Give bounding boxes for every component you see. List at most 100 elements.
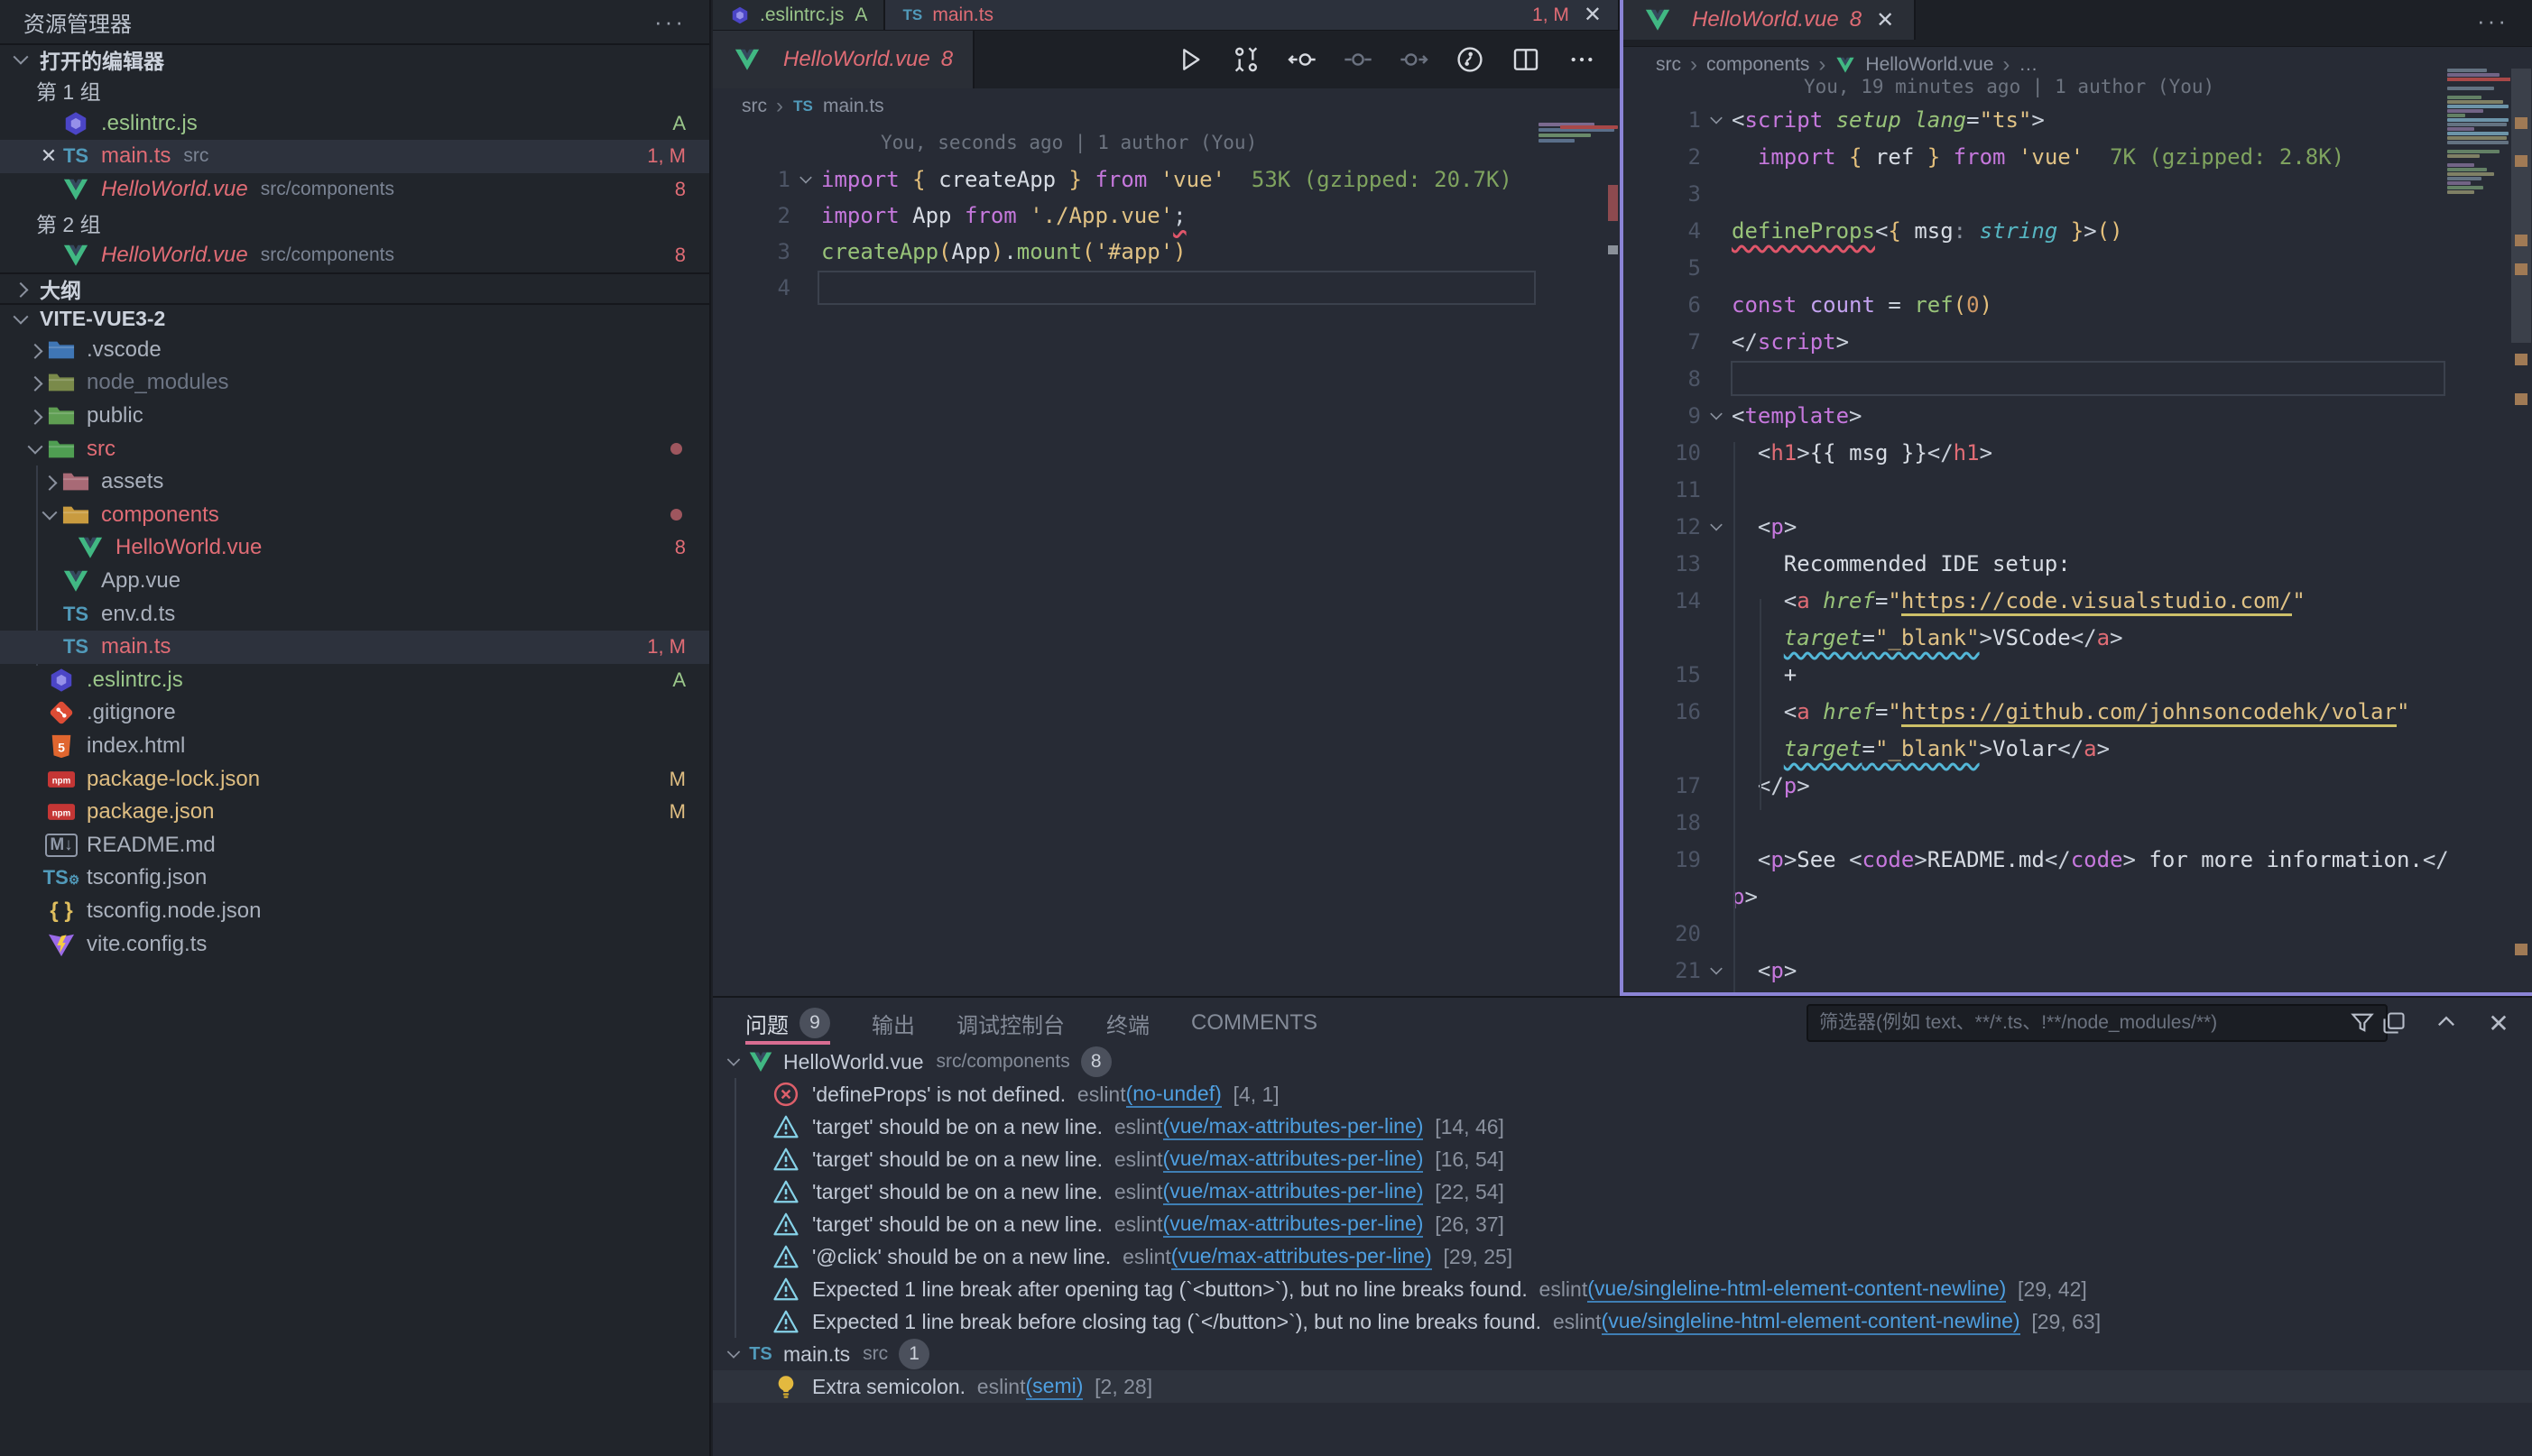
problem-item[interactable]: 'target' should be on a new line. eslint…	[713, 1208, 2532, 1240]
outline-header[interactable]: 大纲	[0, 272, 709, 303]
rule-link[interactable]: (no-undef)	[1126, 1082, 1222, 1108]
tab-HelloWorld.vue[interactable]: HelloWorld.vue 8	[713, 31, 975, 88]
close-icon[interactable]: ✕	[1876, 7, 1894, 33]
tree-item-node_modules[interactable]: node_modules	[0, 366, 709, 400]
panel-tab-输出[interactable]: 输出	[872, 998, 915, 1048]
next-change-icon[interactable]	[1400, 45, 1428, 74]
tree-item-index.html[interactable]: 5 index.html	[0, 730, 709, 763]
problem-item[interactable]: '@click' should be on a new line. eslint…	[713, 1240, 2532, 1273]
close-icon[interactable]: ✕	[1584, 2, 1602, 28]
tree-item-.eslintrc.js[interactable]: .eslintrc.js A	[0, 664, 709, 697]
panel-tab-调试控制台[interactable]: 调试控制台	[956, 998, 1065, 1048]
open-editor-item[interactable]: HelloWorld.vue src/components 8	[0, 239, 709, 272]
problem-item[interactable]: Expected 1 line break before closing tag…	[713, 1305, 2532, 1338]
chevron-down-icon	[23, 438, 47, 461]
open-editor-item[interactable]: HelloWorld.vue src/components 8	[0, 173, 709, 207]
breadcrumb-item[interactable]: components	[1706, 54, 1809, 76]
code-editor[interactable]: 1 <script setup lang="ts"> 2 import { re…	[1623, 101, 2532, 996]
tree-item-.vscode[interactable]: .vscode	[0, 334, 709, 367]
problem-item[interactable]: Expected 1 line break after opening tag …	[713, 1273, 2532, 1305]
minimap[interactable]	[1539, 123, 1618, 150]
code-line-9: 9 <template>	[1623, 397, 2532, 434]
close-icon[interactable]: ✕	[36, 144, 61, 168]
maximize-panel-icon[interactable]	[2433, 1009, 2460, 1037]
current-line-highlight	[818, 271, 1536, 305]
problem-item[interactable]: 'target' should be on a new line. eslint…	[713, 1110, 2532, 1143]
tree-item-App.vue[interactable]: App.vue	[0, 565, 709, 598]
fold-chevron-icon[interactable]	[790, 168, 821, 191]
tree-item-tsconfig.node.json[interactable]: { } tsconfig.node.json	[0, 895, 709, 928]
tab-main.ts[interactable]: TSmain.ts 1, M ✕	[885, 0, 1620, 30]
more-icon[interactable]	[1567, 45, 1596, 74]
scrollbar[interactable]	[2511, 69, 2531, 343]
problem-file-main.ts[interactable]: TSmain.tssrc1	[713, 1338, 2532, 1370]
tree-item-public[interactable]: public	[0, 400, 709, 433]
rule-link[interactable]: (vue/max-attributes-per-line)	[1163, 1114, 1424, 1140]
rule-link[interactable]: (semi)	[1026, 1374, 1084, 1400]
tree-item-env.d.ts[interactable]: TS env.d.ts	[0, 597, 709, 631]
tree-item-package-lock.json[interactable]: npm package-lock.json M	[0, 762, 709, 796]
problem-item[interactable]: Extra semicolon. eslint(semi) [2, 28]	[713, 1370, 2532, 1403]
tree-item-tsconfig.json[interactable]: TS⚙ tsconfig.json	[0, 862, 709, 895]
indent-guide	[1760, 599, 1761, 810]
panel-tab-问题[interactable]: 问题9	[745, 998, 830, 1048]
rule-link[interactable]: (vue/max-attributes-per-line)	[1163, 1212, 1424, 1238]
open-editor-item[interactable]: .eslintrc.js A	[0, 107, 709, 141]
open-editor-item[interactable]: ✕ TS main.ts src 1, M	[0, 140, 709, 173]
panel-tab-终端[interactable]: 终端	[1106, 998, 1150, 1048]
tree-root-header[interactable]: VITE-VUE3-2	[0, 303, 709, 334]
run-icon[interactable]	[1176, 45, 1205, 74]
tab-.eslintrc.js[interactable]: .eslintrc.js A	[713, 0, 885, 30]
indent-guide	[1733, 442, 1735, 996]
close-panel-icon[interactable]: ✕	[2485, 1009, 2512, 1037]
problem-item[interactable]: 'defineProps' is not defined. eslint(no-…	[713, 1078, 2532, 1110]
problem-file-HelloWorld.vue[interactable]: HelloWorld.vuesrc/components8	[713, 1046, 2532, 1078]
fold-chevron-icon[interactable]	[1701, 959, 1732, 982]
breadcrumb-item[interactable]: src	[1656, 54, 1681, 76]
current-change-icon[interactable]	[1344, 45, 1372, 74]
code-editor[interactable]: 1 import { createApp } from 'vue' 53K (g…	[713, 161, 1620, 306]
rule-link[interactable]: (vue/max-attributes-per-line)	[1163, 1147, 1424, 1173]
problem-item[interactable]: 'target' should be on a new line. eslint…	[713, 1143, 2532, 1175]
rule-link[interactable]: (vue/singleline-html-element-content-new…	[1587, 1276, 2006, 1303]
panel-tab-COMMENTS[interactable]: COMMENTS	[1191, 998, 1317, 1048]
overview-error-marker	[1608, 185, 1618, 221]
breadcrumb-item[interactable]: main.ts	[823, 96, 884, 117]
rule-link[interactable]: (vue/max-attributes-per-line)	[1171, 1244, 1432, 1270]
open-editors-header[interactable]: 打开的编辑器	[0, 43, 709, 74]
breadcrumb-item[interactable]: src	[742, 96, 767, 117]
breadcrumb[interactable]: src›TSmain.ts	[742, 94, 884, 119]
editor-more-actions-icon[interactable]: ···	[2477, 0, 2532, 35]
rule-link[interactable]: (vue/singleline-html-element-content-new…	[1602, 1309, 2020, 1335]
tree-item-assets[interactable]: assets	[0, 465, 709, 499]
tree-item-components[interactable]: components	[0, 499, 709, 532]
open-in-editor-icon[interactable]	[2380, 1009, 2407, 1037]
split-editor-icon[interactable]	[1511, 45, 1540, 74]
sidebar-more-actions-icon[interactable]: ···	[654, 8, 686, 36]
filter-input[interactable]	[1819, 1012, 2350, 1034]
problem-item[interactable]: 'target' should be on a new line. eslint…	[713, 1175, 2532, 1208]
tree-item-HelloWorld.vue[interactable]: HelloWorld.vue 8	[0, 531, 709, 565]
vue-icon	[733, 45, 762, 74]
breadcrumb-item[interactable]: HelloWorld.vue	[1865, 54, 1993, 76]
previous-change-icon[interactable]	[1288, 45, 1317, 74]
tree-item-vite.config.ts[interactable]: vite.config.ts	[0, 927, 709, 961]
tree-item-main.ts[interactable]: TS main.ts 1, M	[0, 631, 709, 664]
minimap[interactable]	[2447, 69, 2510, 195]
panel-header-icons: ✕	[2380, 998, 2512, 1048]
chevron-right-icon	[9, 277, 32, 300]
tree-item-package.json[interactable]: npm package.json M	[0, 796, 709, 829]
fold-chevron-icon[interactable]	[1701, 108, 1732, 132]
fold-chevron-icon[interactable]	[1701, 404, 1732, 428]
tree-item-.gitignore[interactable]: .gitignore	[0, 696, 709, 730]
breadcrumb[interactable]: src›components›HelloWorld.vue›…	[1656, 52, 2038, 78]
file-history-icon[interactable]	[1455, 45, 1484, 74]
editor-group-focus-border[interactable]	[1620, 0, 1623, 996]
breadcrumb-item[interactable]: …	[2019, 54, 2038, 76]
tree-item-README.md[interactable]: M↓ README.md	[0, 828, 709, 862]
tab-helloworld-vue[interactable]: HelloWorld.vue 8 ✕	[1623, 0, 1916, 40]
fold-chevron-icon[interactable]	[1701, 515, 1732, 539]
open-changes-icon[interactable]	[1232, 45, 1261, 74]
rule-link[interactable]: (vue/max-attributes-per-line)	[1163, 1179, 1424, 1205]
tree-item-src[interactable]: src	[0, 432, 709, 465]
